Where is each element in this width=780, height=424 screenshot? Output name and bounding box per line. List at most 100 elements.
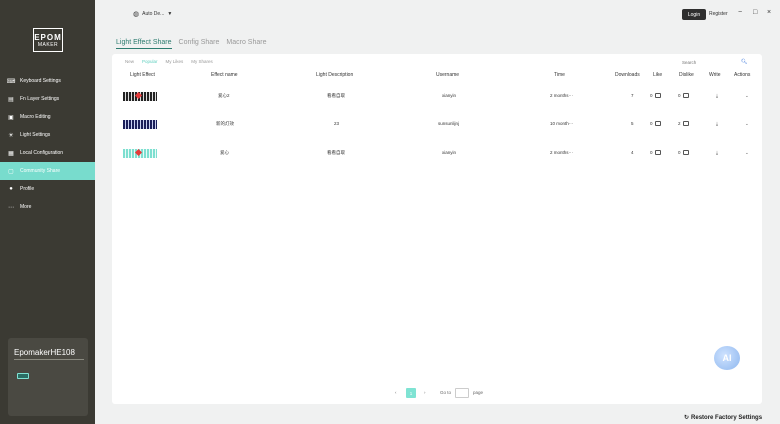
goto-page-input[interactable]: [455, 388, 469, 398]
sidebar-item-label: Profile: [20, 186, 35, 192]
subtab-my-shares[interactable]: My Shares: [191, 59, 213, 64]
column-header: Effect name: [211, 72, 238, 78]
sidebar-item-light-settings[interactable]: ☀ Light Settings: [0, 126, 95, 144]
like-count: 0: [650, 93, 653, 98]
subtab-popular[interactable]: Popular: [142, 59, 158, 64]
share-tabs: Light Effect Share Config Share Macro Sh…: [116, 39, 266, 49]
restore-label: Restore Factory Settings: [691, 414, 763, 421]
column-header: Dislike: [679, 72, 694, 78]
column-header: Like: [653, 72, 663, 78]
like-cell[interactable]: 0: [650, 118, 661, 130]
table-row[interactable]: 爱心2 看看自取 xianyin 2 months··· 7 0 0 ⤓ ⌄: [112, 90, 762, 102]
chevron-down-icon[interactable]: ⌄: [745, 118, 749, 130]
subtab-new[interactable]: New: [125, 59, 134, 64]
effect-name: 新的灯效: [216, 121, 234, 126]
download-icon[interactable]: ⤓: [716, 147, 718, 159]
more-icon: ⋯: [8, 204, 14, 211]
table-header: Light Effect Effect name Light Descripti…: [112, 72, 762, 82]
sidebar-item-label: Light Settings: [20, 132, 51, 138]
register-link[interactable]: Register: [709, 11, 728, 17]
tab-light-effect-share[interactable]: Light Effect Share: [116, 39, 172, 49]
download-icon[interactable]: ⤓: [716, 90, 718, 102]
heart-icon: [134, 91, 143, 100]
sidebar-item-label: Fn Layer Settings: [20, 96, 60, 102]
column-header: Write: [709, 72, 721, 78]
pagination: ‹ 1 › Go to page: [112, 388, 762, 400]
maximize-button[interactable]: □: [753, 9, 757, 16]
search-input[interactable]: [682, 58, 742, 67]
sidebar-item-fn-layer-settings[interactable]: ▤ Fn Layer Settings: [0, 90, 95, 108]
subtab-my-likes[interactable]: My Likes: [166, 59, 184, 64]
login-button[interactable]: Login: [682, 9, 706, 20]
close-button[interactable]: ×: [767, 9, 771, 16]
layers-icon: ▤: [8, 96, 14, 103]
user-icon: ●: [9, 186, 13, 192]
table-row[interactable]: 爱心 看看自取 xianyin 2 months··· 4 0 0 ⤓ ⌄: [112, 147, 762, 159]
column-header: Time: [554, 72, 565, 78]
time: 10 month···: [550, 121, 574, 126]
chevron-down-icon[interactable]: ⌄: [745, 90, 749, 102]
sidebar-item-profile[interactable]: ● Profile: [0, 180, 95, 198]
light-description: 看看自取: [327, 150, 345, 155]
logo-line-1: EPOM: [34, 32, 62, 42]
dislike-count: 0: [678, 150, 681, 155]
page-label: page: [473, 390, 484, 395]
like-count: 0: [650, 150, 653, 155]
language-select[interactable]: ◍ Auto De... ▼: [133, 10, 172, 18]
tab-macro-share[interactable]: Macro Share: [226, 39, 266, 49]
thumbs-up-icon[interactable]: [654, 121, 661, 127]
thumbs-up-icon[interactable]: [654, 150, 661, 156]
thumbs-up-icon[interactable]: [654, 93, 661, 99]
dislike-cell[interactable]: 0: [678, 147, 689, 159]
current-page-button[interactable]: 1: [406, 388, 416, 398]
sidebar: EPOM MAKER ⌨ Keyboard Settings ▤ Fn Layer …: [0, 0, 95, 424]
language-value: Auto De...: [142, 11, 165, 17]
effect-name: 爱心2: [218, 93, 230, 98]
dislike-cell[interactable]: 2: [678, 118, 689, 130]
sidebar-item-keyboard-settings[interactable]: ⌨ Keyboard Settings: [0, 72, 95, 90]
username: sunsunlijnj: [438, 121, 460, 126]
light-icon: ☀: [8, 132, 14, 139]
device-name: EpomakerHE108: [14, 348, 75, 357]
thumbs-down-icon[interactable]: [682, 93, 689, 99]
light-effect-thumbnail: [123, 120, 157, 129]
sidebar-item-local-configuration[interactable]: ▦ Local Configuration: [0, 144, 95, 162]
column-header: Light Effect: [130, 72, 155, 78]
effect-name: 爱心: [220, 150, 229, 155]
folder-icon: ▦: [8, 150, 14, 157]
like-cell[interactable]: 0: [650, 90, 661, 102]
ai-assistant-button[interactable]: AI: [714, 346, 740, 370]
download-icon[interactable]: ⤓: [716, 118, 718, 130]
column-header: Actions: [734, 72, 751, 78]
next-page-button[interactable]: ›: [424, 390, 426, 395]
chevron-down-icon[interactable]: ⌄: [745, 147, 749, 159]
goto-label: Go to: [440, 390, 452, 395]
dislike-cell[interactable]: 0: [678, 90, 689, 102]
device-card[interactable]: EpomakerHE108: [8, 338, 88, 416]
table-row[interactable]: 新的灯效 23 sunsunlijnj 10 month··· 5 0 2 ⤓ …: [112, 118, 762, 130]
prev-page-button[interactable]: ‹: [395, 390, 397, 395]
sidebar-item-community-share[interactable]: ▢ Community Share: [0, 162, 95, 180]
downloads: 5: [631, 121, 634, 126]
like-cell[interactable]: 0: [650, 147, 661, 159]
sidebar-item-label: More: [20, 204, 32, 210]
minimize-button[interactable]: −: [738, 9, 742, 16]
search-icon[interactable]: 🔍︎: [741, 59, 747, 65]
dislike-count: 0: [678, 93, 681, 98]
column-header: Username: [436, 72, 460, 78]
sidebar-item-label: Community Share: [20, 168, 61, 174]
device-divider: [14, 359, 84, 360]
top-bar: ◍ Auto De... ▼ Login Register − □ ×: [95, 0, 780, 30]
tab-config-share[interactable]: Config Share: [179, 39, 220, 49]
column-header: Light Description: [316, 72, 354, 78]
sidebar-item-more[interactable]: ⋯ More: [0, 198, 95, 216]
thumbs-down-icon[interactable]: [682, 150, 689, 156]
thumbs-down-icon[interactable]: [682, 121, 689, 127]
macro-icon: ▣: [8, 114, 14, 121]
content-panel: New Popular My Likes My Shares 🔍︎ Light …: [112, 54, 762, 404]
time: 2 months···: [550, 150, 574, 155]
restore-factory-settings-button[interactable]: ↻ Restore Factory Settings: [684, 414, 763, 422]
username: xianyin: [442, 150, 457, 155]
sidebar-item-macro-editing[interactable]: ▣ Macro Editing: [0, 108, 95, 126]
keyboard-device-icon: [17, 373, 29, 379]
